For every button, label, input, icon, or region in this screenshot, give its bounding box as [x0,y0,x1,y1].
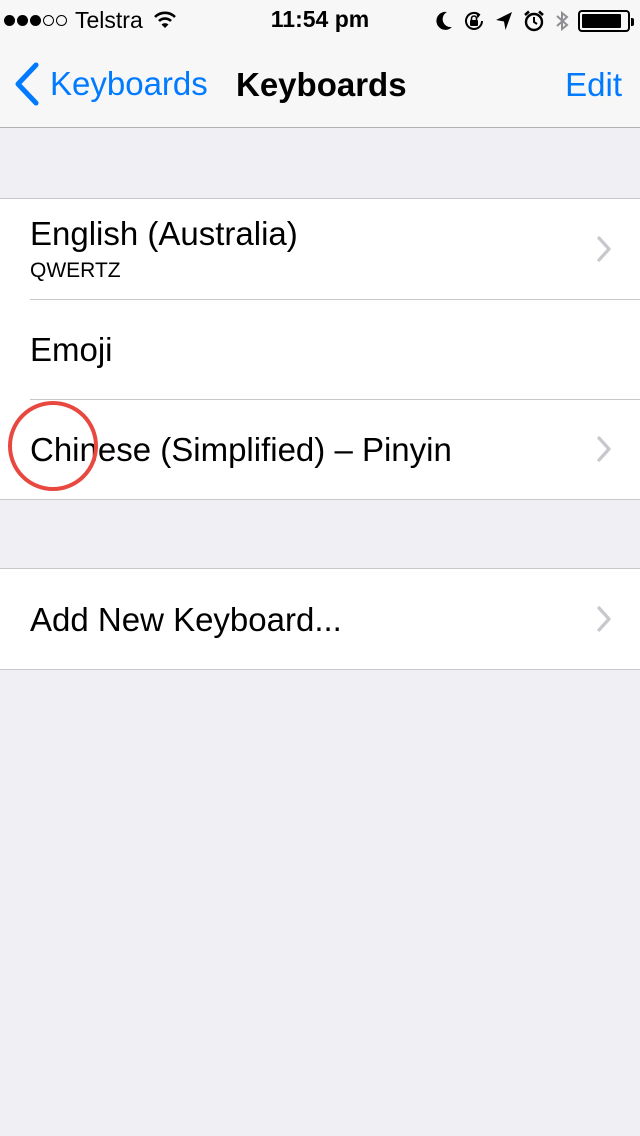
back-button-label: Keyboards [50,65,208,102]
keyboard-title: English (Australia) [30,215,298,252]
status-bar: Telstra 11:54 pm [0,0,640,40]
keyboard-layout: QWERTZ [30,259,121,282]
back-button[interactable]: Keyboards [14,60,208,108]
add-new-keyboard-label: Add New Keyboard... [30,601,342,638]
rotation-lock-icon [465,11,483,30]
page-title: Keyboards [236,66,407,103]
add-new-keyboard-row[interactable]: Add New Keyboard... [0,569,640,669]
chevron-right-icon [597,436,611,462]
edit-button[interactable]: Edit [565,66,622,104]
keyboard-row-english[interactable]: English (Australia) QWERTZ [0,199,640,299]
location-icon [496,12,512,30]
keyboard-title: Emoji [30,331,113,368]
status-right [434,8,634,34]
bluetooth-icon [556,10,569,32]
alarm-icon [524,10,544,32]
screen: Telstra 11:54 pm Keyboards Keyboards Edi… [0,0,640,1136]
battery-level [582,14,621,28]
chevron-right-icon [597,236,611,262]
navigation-bar: Keyboards Keyboards Edit [0,40,640,128]
battery-icon [578,10,634,32]
chevron-left-icon [15,62,39,106]
annotation-circle [8,401,98,491]
chevron-right-icon [597,606,611,632]
keyboard-row-emoji[interactable]: Emoji [0,299,640,399]
moon-icon [436,11,452,30]
add-keyboard-group: Add New Keyboard... [0,568,640,670]
